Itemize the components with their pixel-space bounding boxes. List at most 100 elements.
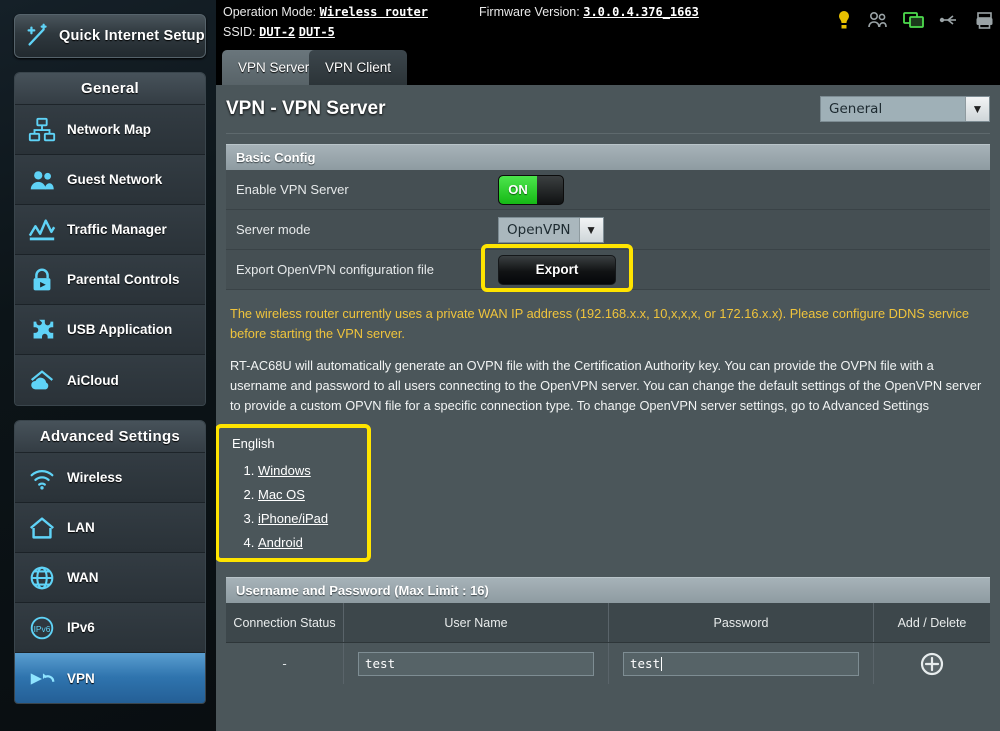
ssid-meta: SSID: DUT-2 DUT-5 (223, 25, 335, 39)
firmware-value[interactable]: 3.0.0.4.376_1663 (583, 5, 699, 19)
usb-icon[interactable] (939, 12, 961, 28)
divider (226, 133, 990, 134)
export-button[interactable]: Export (498, 255, 616, 285)
cell-password: test (609, 643, 874, 684)
sidebar-group-advanced-title: Advanced Settings (15, 421, 205, 453)
link-windows[interactable]: Windows (258, 463, 311, 478)
sidebar-item-network-map[interactable]: Network Map (15, 105, 205, 155)
firmware-meta: Firmware Version: 3.0.0.4.376_1663 (479, 5, 699, 19)
quick-internet-setup-button[interactable]: Quick Internet Setup (14, 14, 206, 58)
sidebar-item-guest-network[interactable]: Guest Network (15, 155, 205, 205)
panel-header: VPN - VPN Server General ▼ (226, 85, 990, 133)
router-admin-window: Quick Internet Setup General Network Map (0, 0, 1000, 731)
sidebar-item-label: Network Map (67, 122, 151, 137)
puzzle-icon (27, 315, 57, 345)
network-monitor-icon[interactable] (903, 11, 925, 30)
text-cursor (661, 657, 662, 671)
cloud-icon (27, 365, 57, 395)
password-value: test (630, 656, 660, 671)
server-mode-label: Server mode (226, 222, 498, 237)
list-item: Windows (258, 463, 372, 478)
sidebar-item-wireless[interactable]: Wireless (15, 453, 205, 503)
tab-bar: VPN Server VPN Client (216, 45, 1000, 85)
sidebar-item-label: IPv6 (67, 620, 95, 635)
server-mode-select[interactable]: OpenVPN ▼ (498, 217, 604, 243)
link-android[interactable]: Android (258, 535, 303, 550)
chevron-down-icon: ▼ (579, 218, 603, 242)
alert-icon[interactable] (835, 10, 853, 30)
lock-icon (27, 265, 57, 295)
operation-mode-value[interactable]: Wireless router (320, 5, 428, 19)
description-text: RT-AC68U will automatically generate an … (226, 344, 990, 416)
section-basic-config: Basic Config (226, 144, 990, 170)
users-table-header: Connection Status User Name Password Add… (226, 603, 990, 643)
sidebar-item-usb-application[interactable]: USB Application (15, 305, 205, 355)
sidebar-item-label: VPN (67, 671, 95, 686)
sidebar-item-label: USB Application (67, 322, 172, 337)
sidebar-group-general-title: General (15, 73, 205, 105)
sidebar-item-traffic-manager[interactable]: Traffic Manager (15, 205, 205, 255)
row-export-config: Export OpenVPN configuration file Export (226, 250, 990, 290)
username-value: test (365, 656, 395, 671)
tab-vpn-client[interactable]: VPN Client (309, 50, 407, 85)
users-icon[interactable] (867, 11, 889, 29)
mode-select-value: General (821, 97, 965, 121)
magic-wand-icon (23, 21, 53, 51)
sidebar: Quick Internet Setup General Network Map (0, 0, 216, 731)
ssid-value-2g[interactable]: DUT-2 (259, 25, 295, 39)
sidebar-item-vpn[interactable]: VPN (15, 653, 205, 703)
list-item: Android (258, 535, 372, 550)
column-password: Password (609, 603, 874, 642)
list-item: Mac OS (258, 487, 372, 502)
top-bar: Operation Mode: Wireless router Firmware… (216, 0, 1000, 45)
password-input[interactable]: test (623, 652, 859, 676)
add-icon[interactable] (919, 651, 945, 677)
ssid-label: SSID: (223, 25, 256, 39)
language-link-list: Windows Mac OS iPhone/iPad Android (258, 463, 372, 550)
printer-icon[interactable] (975, 11, 994, 30)
ssid-value-5g[interactable]: DUT-5 (299, 25, 335, 39)
wifi-icon (27, 463, 57, 493)
table-row: - test test (226, 643, 990, 684)
sidebar-item-label: AiCloud (67, 373, 119, 388)
quick-internet-setup-label: Quick Internet Setup (59, 28, 205, 44)
page-title: VPN - VPN Server (226, 98, 385, 120)
row-enable-vpn-server: Enable VPN Server ON (226, 170, 990, 210)
sidebar-group-advanced: Advanced Settings Wireless LAN (14, 420, 206, 704)
sidebar-item-label: Parental Controls (67, 272, 180, 287)
network-map-icon (27, 115, 57, 145)
enable-vpn-server-label: Enable VPN Server (226, 182, 498, 197)
column-user-name: User Name (344, 603, 609, 642)
export-config-label: Export OpenVPN configuration file (226, 262, 498, 277)
mode-select[interactable]: General ▼ (820, 96, 990, 122)
column-connection-status: Connection Status (226, 603, 344, 642)
sidebar-item-lan[interactable]: LAN (15, 503, 205, 553)
link-iphone-ipad[interactable]: iPhone/iPad (258, 511, 328, 526)
language-links-box: English Windows Mac OS iPhone/iPad Andro… (226, 430, 376, 565)
section-username-password: Username and Password (Max Limit : 16) (226, 577, 990, 603)
operation-mode-meta: Operation Mode: Wireless router (223, 5, 428, 19)
list-item: iPhone/iPad (258, 511, 372, 526)
sidebar-item-label: Guest Network (67, 172, 162, 187)
username-input[interactable]: test (358, 652, 594, 676)
link-mac-os[interactable]: Mac OS (258, 487, 305, 502)
cell-connection-status: - (226, 643, 344, 684)
guest-network-icon (27, 165, 57, 195)
svg-text:IPv6: IPv6 (34, 623, 51, 633)
enable-vpn-server-toggle[interactable]: ON (498, 175, 564, 205)
sidebar-item-ipv6[interactable]: IPv6 IPv6 (15, 603, 205, 653)
vpn-icon (27, 663, 57, 693)
language-title: English (230, 436, 372, 451)
column-add-delete: Add / Delete (874, 603, 990, 642)
traffic-manager-icon (27, 215, 57, 245)
operation-mode-label: Operation Mode: (223, 5, 316, 19)
chevron-down-icon: ▼ (965, 97, 989, 121)
status-icon-tray (835, 10, 994, 30)
firmware-label: Firmware Version: (479, 5, 580, 19)
sidebar-item-aicloud[interactable]: AiCloud (15, 355, 205, 405)
sidebar-item-wan[interactable]: WAN (15, 553, 205, 603)
warning-text: The wireless router currently uses a pri… (226, 290, 990, 344)
toggle-knob (537, 176, 563, 204)
sidebar-item-parental-controls[interactable]: Parental Controls (15, 255, 205, 305)
sidebar-item-label: Wireless (67, 470, 122, 485)
